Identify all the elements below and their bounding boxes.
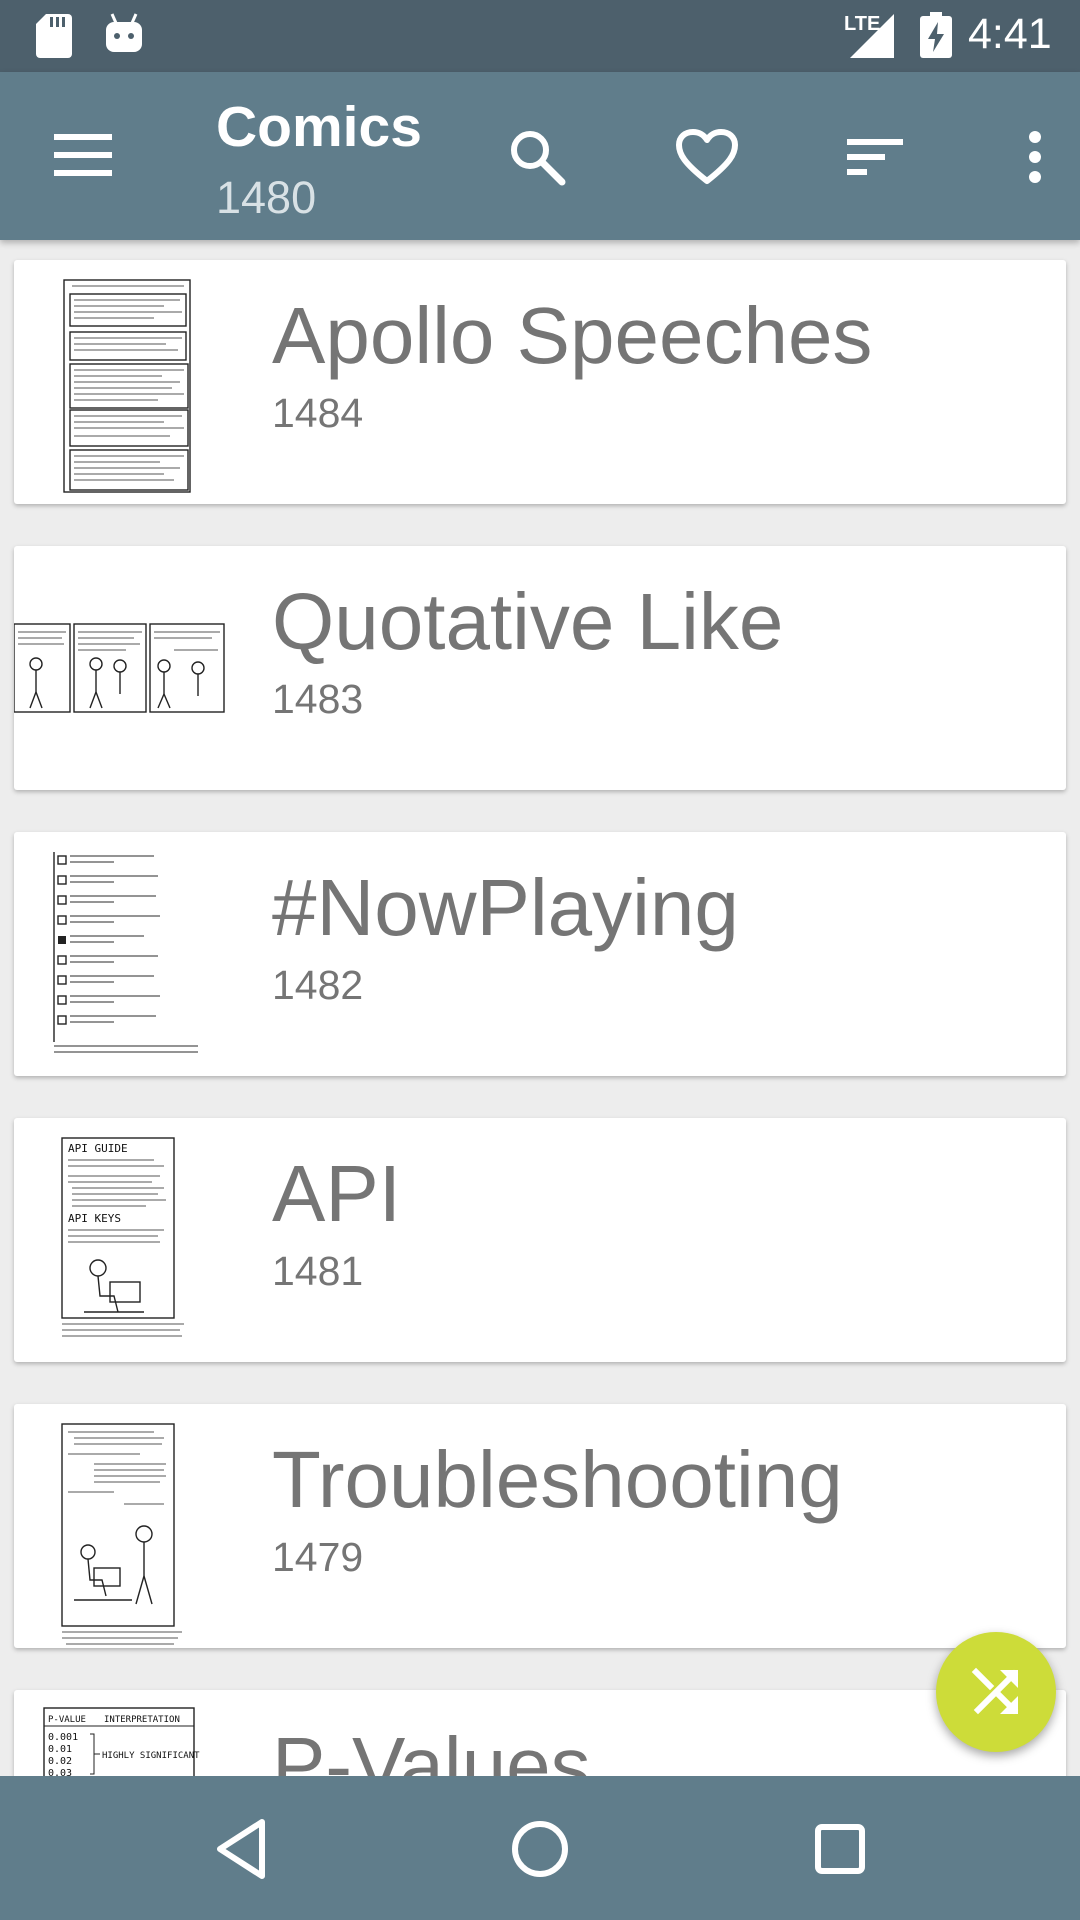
p-row: 0.001 xyxy=(48,1732,78,1743)
comic-title: API xyxy=(272,1149,401,1238)
clock: 4:41 xyxy=(968,10,1052,58)
comic-thumbnail xyxy=(13,546,242,790)
comic-number: 1479 xyxy=(272,1534,364,1580)
more-vert-icon xyxy=(1029,131,1041,183)
comic-card[interactable]: API GUIDE API KEYS API 1481 xyxy=(14,1118,1066,1362)
comic-number: 1483 xyxy=(272,676,364,722)
recent-apps-button[interactable] xyxy=(795,1804,885,1894)
recent-apps-icon xyxy=(815,1824,865,1874)
more-options-button[interactable] xyxy=(1000,122,1070,192)
comic-number: 1481 xyxy=(272,1248,364,1294)
p-row: 0.03 xyxy=(48,1768,72,1776)
status-bar: LTE 4:41 xyxy=(0,0,1080,72)
comic-number: 1484 xyxy=(272,390,364,436)
sd-card-icon xyxy=(36,14,72,63)
comic-card[interactable]: Quotative Like 1483 xyxy=(13,546,1066,790)
back-button[interactable] xyxy=(196,1804,286,1894)
comic-thumbnail: API GUIDE API KEYS xyxy=(14,1118,242,1362)
api-guide-text: API GUIDE xyxy=(68,1142,128,1155)
api-keys-text: API KEYS xyxy=(68,1212,121,1225)
home-icon xyxy=(512,1821,568,1877)
comic-count: 1480 xyxy=(216,172,317,223)
signal-icon xyxy=(842,14,898,63)
p-row: 0.02 xyxy=(48,1756,72,1767)
favorites-button[interactable] xyxy=(672,122,742,192)
navigation-bar xyxy=(0,1776,1080,1920)
comic-thumbnail: P-VALUE INTERPRETATION 0.001 0.01 0.02 0… xyxy=(14,1690,242,1776)
comic-title: Troubleshooting xyxy=(272,1435,843,1524)
highly-significant-text: HIGHLY SIGNIFICANT xyxy=(102,1751,200,1761)
shuffle-icon xyxy=(971,1667,1019,1715)
sort-button[interactable] xyxy=(840,122,910,192)
random-comic-fab[interactable] xyxy=(936,1632,1056,1752)
menu-button[interactable] xyxy=(54,130,112,180)
comic-title: #NowPlaying xyxy=(272,863,739,952)
comic-list[interactable]: Apollo Speeches 1484 Quotative Like 1483… xyxy=(0,240,1080,1776)
comic-title: Quotative Like xyxy=(272,577,784,666)
comic-card[interactable]: Troubleshooting 1479 xyxy=(14,1404,1066,1648)
sort-icon xyxy=(847,139,903,175)
comic-thumbnail xyxy=(14,832,242,1076)
comic-number: 1482 xyxy=(272,962,364,1008)
comic-card[interactable]: P-VALUE INTERPRETATION 0.001 0.01 0.02 0… xyxy=(14,1690,1066,1776)
comic-thumbnail xyxy=(14,260,242,504)
comic-title: Apollo Speeches xyxy=(272,291,873,380)
battery-charging-icon xyxy=(920,12,952,63)
back-icon xyxy=(217,1819,265,1879)
app-toolbar: Comics 1480 xyxy=(0,72,1080,240)
search-icon xyxy=(511,131,566,186)
comic-card[interactable]: Apollo Speeches 1484 xyxy=(14,260,1066,504)
page-title: Comics xyxy=(216,95,422,159)
p-value-header: P-VALUE xyxy=(48,1715,86,1725)
p-row: 0.01 xyxy=(48,1744,72,1755)
heart-icon xyxy=(676,129,738,184)
interpretation-header: INTERPRETATION xyxy=(104,1715,180,1725)
home-button[interactable] xyxy=(495,1804,585,1894)
comic-card[interactable]: #NowPlaying 1482 xyxy=(14,832,1066,1076)
comic-title: P-Values xyxy=(272,1721,591,1776)
comic-thumbnail xyxy=(14,1404,242,1648)
search-button[interactable] xyxy=(502,122,572,192)
android-icon xyxy=(104,12,144,59)
menu-icon xyxy=(54,134,112,176)
